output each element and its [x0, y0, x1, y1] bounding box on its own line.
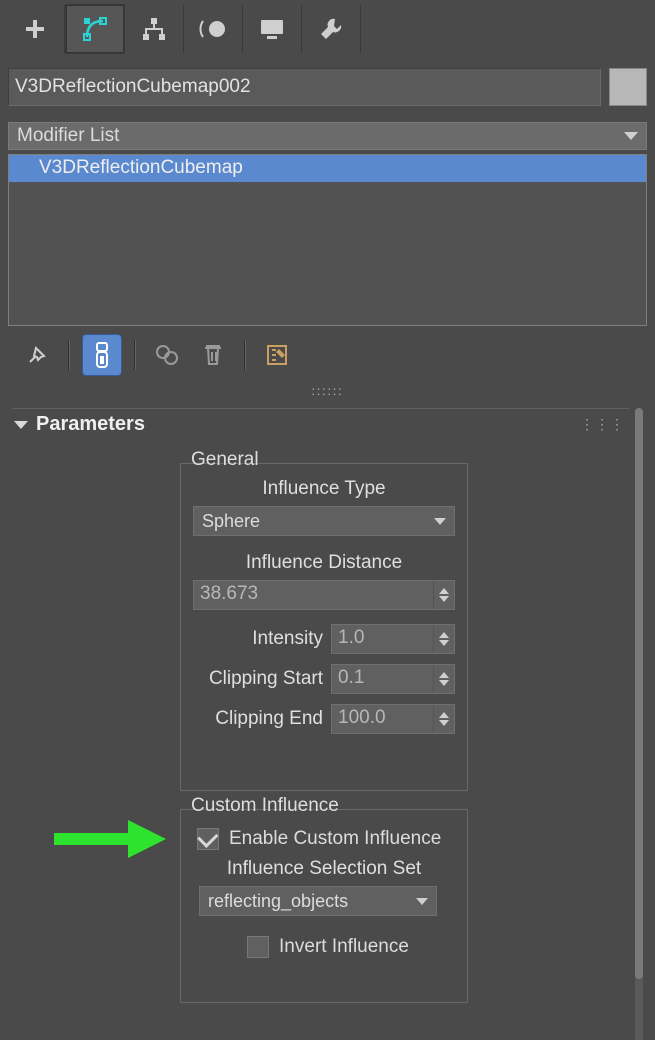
command-panel-tabs [0, 0, 655, 58]
spinner-arrows[interactable] [433, 581, 454, 609]
modify-tab[interactable] [65, 4, 125, 54]
clipping-end-value: 100.0 [332, 705, 433, 733]
custom-influence-group: Custom Influence Enable Custom Influence… [180, 809, 468, 1003]
clipping-end-spinner[interactable]: 100.0 [331, 704, 455, 734]
create-tab[interactable] [6, 5, 65, 53]
enable-custom-influence-checkbox[interactable] [197, 828, 219, 850]
utilities-tab[interactable] [302, 5, 361, 53]
influence-type-dropdown[interactable]: Sphere [193, 506, 455, 536]
chevron-down-icon [14, 421, 28, 429]
modifier-list-dropdown[interactable]: Modifier List [8, 122, 647, 150]
hierarchy-tab[interactable] [125, 5, 184, 53]
invert-influence-row: Invert Influence [239, 934, 409, 960]
display-tab[interactable] [243, 5, 302, 53]
intensity-spinner[interactable]: 1.0 [331, 624, 455, 654]
enable-custom-influence-row: Enable Custom Influence [189, 826, 459, 852]
influence-distance-spinner[interactable]: 38.673 [193, 580, 455, 610]
rollout-header[interactable]: Parameters ⋮⋮⋮ [12, 413, 629, 442]
spinner-arrows[interactable] [433, 625, 454, 653]
modifier-stack[interactable]: V3DReflectionCubemap [8, 154, 647, 326]
influence-selection-set-dropdown[interactable]: reflecting_objects [199, 886, 437, 916]
configure-modifier-sets-button[interactable] [258, 335, 296, 375]
remove-modifier-button[interactable] [194, 335, 232, 375]
invert-influence-label: Invert Influence [279, 936, 409, 958]
object-color-swatch[interactable] [609, 68, 647, 106]
spinner-arrows[interactable] [433, 705, 454, 733]
clipping-end-label: Clipping End [193, 708, 323, 730]
parameters-rollout: Parameters ⋮⋮⋮ General Influence Type Sp… [8, 404, 647, 1040]
general-legend: General [189, 450, 259, 470]
influence-selection-set-label: Influence Selection Set [181, 858, 467, 880]
scrollbar-thumb[interactable] [635, 408, 643, 979]
intensity-label: Intensity [193, 628, 323, 650]
clipping-start-value: 0.1 [332, 665, 433, 693]
spinner-arrows[interactable] [433, 665, 454, 693]
chevron-down-icon [416, 898, 428, 905]
rollout-drag-icon: ⋮⋮⋮ [580, 416, 625, 433]
clipping-start-spinner[interactable]: 0.1 [331, 664, 455, 694]
custom-influence-legend: Custom Influence [189, 796, 339, 816]
influence-distance-value: 38.673 [194, 581, 433, 609]
rollout-scrollbar[interactable] [635, 408, 643, 1040]
chevron-down-icon [624, 132, 638, 140]
invert-influence-checkbox[interactable] [247, 936, 269, 958]
rollout-grip[interactable]: :::::: [0, 380, 655, 400]
modifier-list-label: Modifier List [17, 125, 119, 147]
modifier-stack-toolbar [0, 326, 655, 380]
influence-type-value: Sphere [202, 511, 260, 532]
object-name-input[interactable] [8, 68, 601, 106]
modifier-stack-item[interactable]: V3DReflectionCubemap [9, 155, 646, 182]
influence-selection-set-value: reflecting_objects [208, 891, 348, 912]
enable-custom-influence-label: Enable Custom Influence [229, 828, 441, 850]
pin-stack-button[interactable] [18, 335, 56, 375]
intensity-value: 1.0 [332, 625, 433, 653]
general-group: General Influence Type Sphere Influence … [180, 463, 468, 791]
influence-distance-label: Influence Distance [181, 552, 467, 574]
make-unique-button[interactable] [148, 335, 186, 375]
show-end-result-button[interactable] [82, 334, 122, 376]
clipping-start-label: Clipping Start [193, 668, 323, 690]
motion-tab[interactable] [184, 5, 243, 53]
influence-type-label: Influence Type [181, 478, 467, 500]
chevron-down-icon [434, 518, 446, 525]
rollout-title: Parameters [36, 413, 145, 436]
